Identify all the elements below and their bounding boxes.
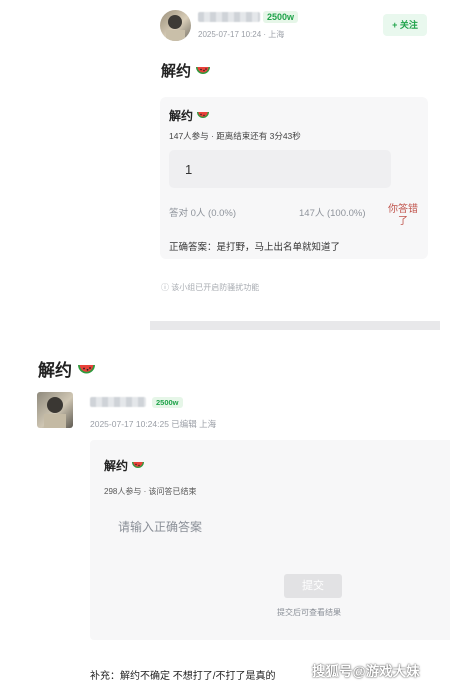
level-badge: 2500w: [263, 11, 299, 23]
answer-input[interactable]: 请输入正确答案: [104, 506, 434, 552]
section-divider: [150, 321, 440, 330]
wrong-answer-line-1: 你答错: [388, 204, 418, 215]
total-count: 147人 (100.0%): [299, 208, 366, 219]
avatar-image: [44, 397, 66, 428]
watermark: 搜狐号@游戏大妹: [312, 664, 420, 679]
supplement-text: 补充：解约不确定 不想打了/不打了是真的: [90, 671, 276, 682]
poll-title: 解约: [104, 457, 145, 474]
wrong-answer-line-2: 了: [398, 216, 408, 227]
post-title: 解约: [38, 356, 96, 381]
poll-title-text: 解约: [104, 459, 129, 473]
post-meta: 2025-07-17 10:24 · 上海: [198, 30, 285, 39]
poll-option: 1: [169, 150, 391, 188]
watermelon-emoji-icon: [132, 462, 145, 468]
poll-card: 解约 147人参与 · 距离结束还有 3分43秒 1 答对 0人 (0.0%) …: [160, 97, 428, 259]
level-badge: 2500w: [152, 397, 183, 408]
avatar[interactable]: [160, 10, 191, 41]
post-meta: 2025-07-17 10:24:25 已编辑 上海: [90, 419, 217, 429]
avatar-image: [166, 15, 185, 41]
avatar[interactable]: [37, 392, 73, 428]
post-title-text: 解约: [161, 63, 192, 80]
correct-count: 答对 0人 (0.0%): [169, 208, 237, 219]
poll-card: 解约 298人参与 · 该问答已结束 请输入正确答案 提交 提交后可查看结果: [90, 440, 450, 640]
poll-title: 解约: [169, 107, 210, 124]
submit-hint: 提交后可查看结果: [277, 608, 341, 617]
post-title: 解约: [161, 60, 211, 81]
watermelon-emoji-icon: [197, 112, 210, 118]
poll-title-text: 解约: [169, 109, 194, 123]
anti-spam-note: ⓘ 该小组已开启防骚扰功能: [161, 283, 260, 292]
poll-option-value: 1: [185, 162, 193, 177]
username-blurred: [198, 12, 260, 22]
username-blurred: [90, 397, 146, 407]
submit-button[interactable]: 提交: [284, 574, 342, 598]
post-title-text: 解约: [38, 361, 72, 380]
wrong-answer-label: 你答错 了: [384, 204, 422, 228]
answer-input-placeholder: 请输入正确答案: [118, 520, 203, 534]
follow-button[interactable]: + 关注: [383, 14, 427, 36]
watermelon-emoji-icon: [196, 67, 211, 74]
poll-stats: 298人参与 · 该问答已结束: [104, 487, 197, 496]
watermelon-emoji-icon: [77, 365, 95, 374]
poll-stats: 147人参与 · 距离结束还有 3分43秒: [169, 131, 301, 141]
correct-answer: 正确答案：是打野，马上出名单就知道了: [169, 242, 341, 253]
